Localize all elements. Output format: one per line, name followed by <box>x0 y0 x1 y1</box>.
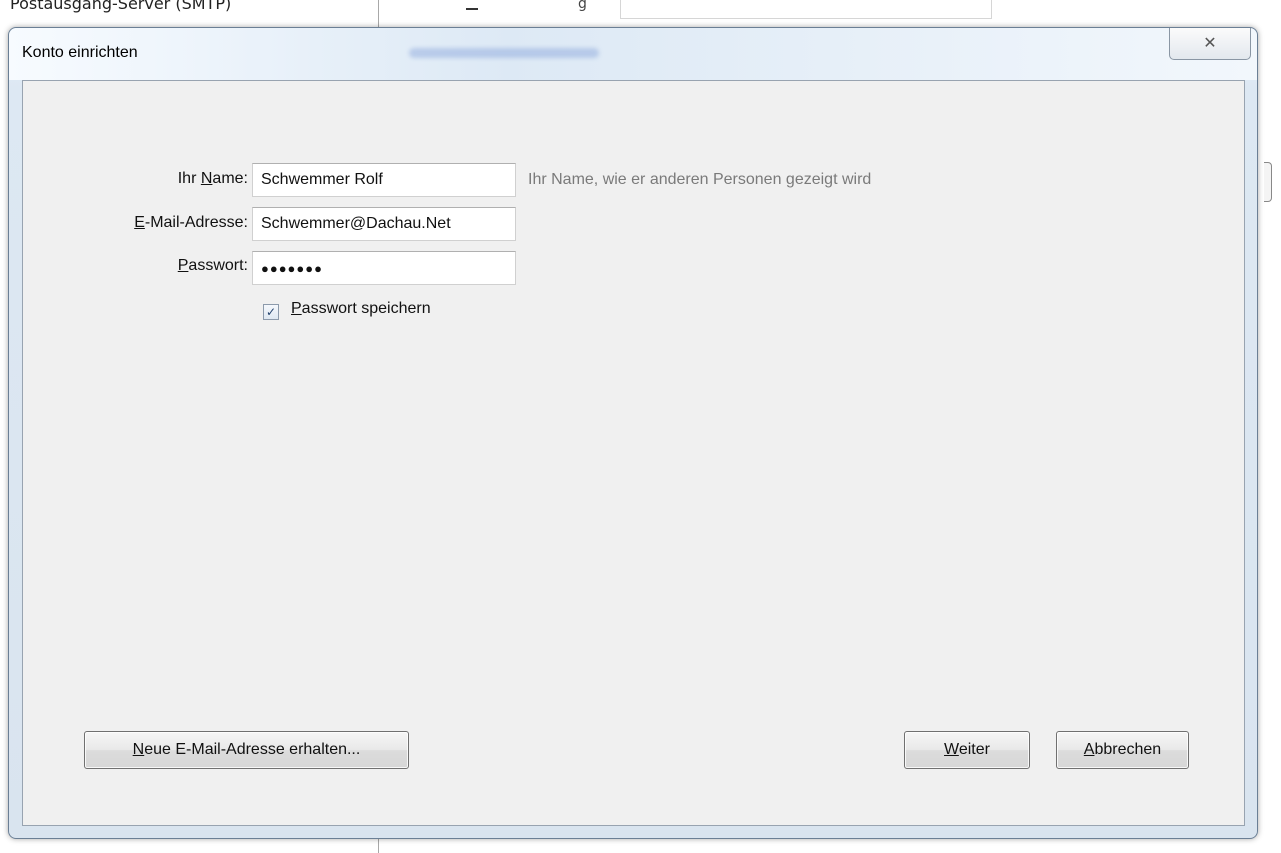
password-label: Passwort: <box>23 257 248 275</box>
dialog-title: Konto einrichten <box>22 44 138 61</box>
checkmark-icon: ✓ <box>265 305 277 319</box>
blurred-background-title <box>409 48 599 58</box>
email-label-accesskey: E <box>134 214 145 231</box>
name-label: Ihr Name: <box>23 170 248 188</box>
remember-label-accesskey: P <box>291 300 302 317</box>
password-label-accesskey: P <box>177 257 189 274</box>
new-address-label: eue E-Mail-Adresse erhalten... <box>144 741 361 758</box>
email-label: E-Mail-Adresse: <box>23 214 248 232</box>
dialog-content: Ihr Name: Schwemmer Rolf Ihr Name, wie e… <box>22 80 1245 826</box>
name-input[interactable]: Schwemmer Rolf <box>252 163 516 197</box>
name-label-suffix: ame: <box>212 170 248 187</box>
background-input-field <box>620 0 992 19</box>
remember-label-suffix: asswort speichern <box>301 300 431 317</box>
password-input[interactable]: ●●●●●●● <box>252 251 516 285</box>
dialog-titlebar[interactable]: Konto einrichten ✕ <box>9 28 1257 80</box>
get-new-email-button[interactable]: Neue E-Mail-Adresse erhalten... <box>84 731 409 769</box>
cancel-button[interactable]: Abbrechen <box>1056 731 1189 769</box>
close-button[interactable]: ✕ <box>1169 28 1251 60</box>
name-label-prefix: Ihr <box>177 170 201 187</box>
new-address-accesskey: N <box>132 741 145 758</box>
name-label-accesskey: N <box>200 170 213 187</box>
background-section-label: Postausgang-Server (SMTP) <box>10 0 232 13</box>
email-label-suffix: -Mail-Adresse: <box>144 214 248 231</box>
cancel-accesskey: A <box>1083 741 1095 758</box>
next-button[interactable]: Weiter <box>904 731 1030 769</box>
email-input[interactable]: Schwemmer@Dachau.Net <box>252 207 516 241</box>
account-setup-dialog: Konto einrichten ✕ Ihr Name: Schwemmer R… <box>8 27 1258 839</box>
password-label-suffix: asswort: <box>188 257 248 274</box>
next-accesskey: W <box>944 741 959 758</box>
background-underscore <box>466 8 478 10</box>
cancel-label: bbrechen <box>1094 741 1162 758</box>
next-label: eiter <box>958 741 990 758</box>
name-hint: Ihr Name, wie er anderen Personen gezeig… <box>528 171 872 188</box>
remember-password-label[interactable]: Passwort speichern <box>291 300 431 318</box>
close-icon: ✕ <box>1203 33 1217 52</box>
background-control-edge <box>1264 162 1272 202</box>
background-partial-text: g <box>578 0 587 12</box>
remember-password-checkbox[interactable]: ✓ <box>263 304 279 320</box>
